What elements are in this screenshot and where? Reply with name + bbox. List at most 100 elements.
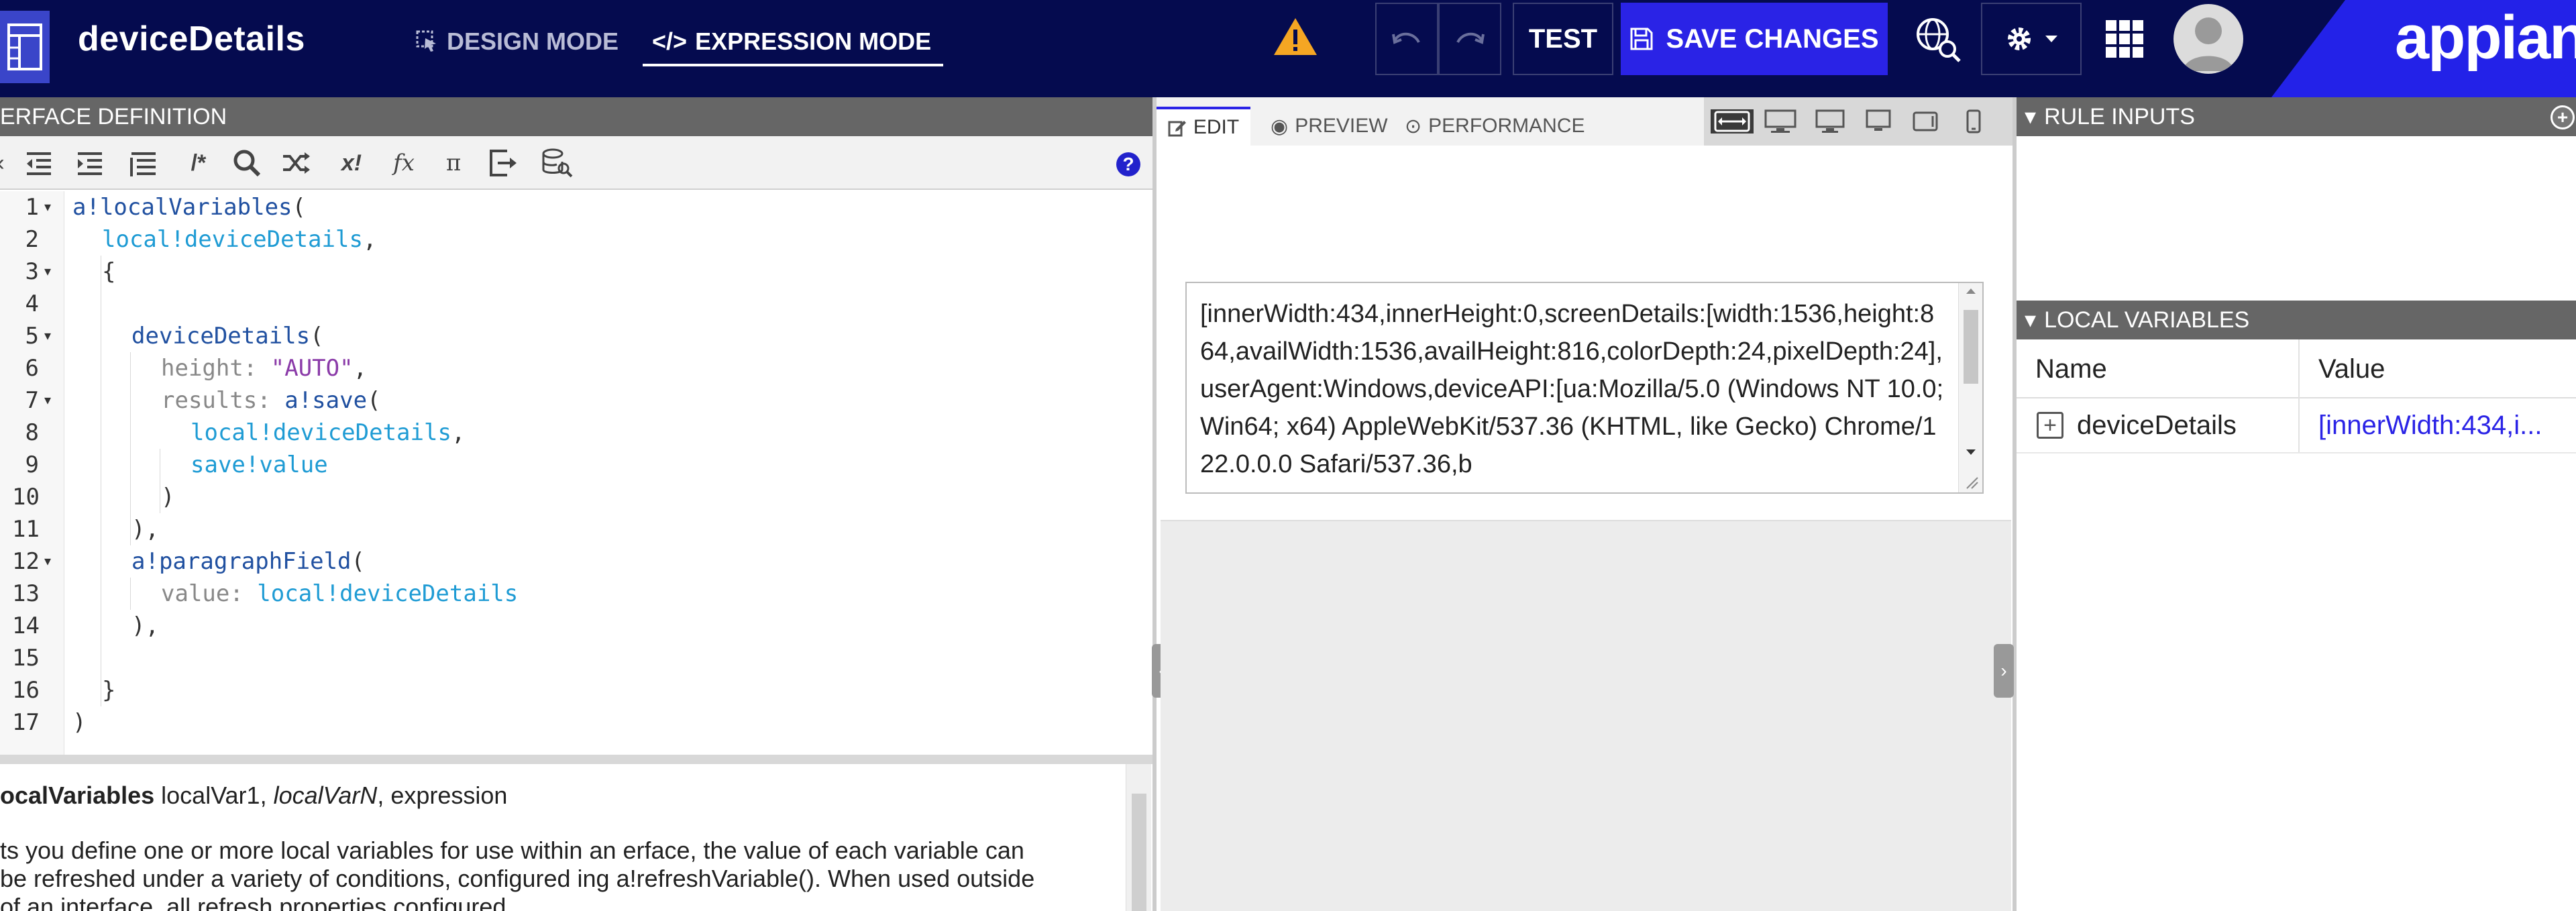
warning-icon[interactable] <box>1273 16 1318 56</box>
code-text: value: local!deviceDetails <box>161 580 519 607</box>
expand-plus-icon[interactable]: + <box>2037 412 2063 439</box>
tab-edit-label: EDIT <box>1193 116 1240 138</box>
paragraph-scrollbar[interactable] <box>1958 283 1982 492</box>
desktop-button[interactable] <box>1814 109 1846 133</box>
code-text: results: a!save( <box>161 387 381 414</box>
help-icon[interactable]: ? <box>1116 152 1140 176</box>
rule-inputs-header[interactable]: ▾ RULE INPUTS + <box>2017 97 2576 136</box>
clock-icon: ⊙ <box>1405 115 1422 138</box>
fit-width-button[interactable] <box>1711 109 1754 133</box>
save-changes-button[interactable]: SAVE CHANGES <box>1621 3 1888 75</box>
chevron-down-icon <box>2045 36 2057 42</box>
expression-editor[interactable]: 1 ▾ a!localVariables( 2 local!deviceDeta… <box>0 191 1152 755</box>
resize-handle-icon[interactable] <box>1963 474 1979 490</box>
globe-search-icon <box>1917 18 1961 62</box>
code-line: 1 ▾ a!localVariables( <box>0 191 1152 223</box>
fold-toggle-icon[interactable]: ▾ <box>44 384 51 417</box>
variable-name: deviceDetails <box>2077 411 2237 440</box>
save-changes-label: SAVE CHANGES <box>1666 23 1879 54</box>
tab-edit[interactable]: EDIT <box>1157 107 1250 146</box>
redo-button[interactable] <box>1438 3 1501 75</box>
line-number: 10 <box>12 484 40 511</box>
function-icon[interactable]: fx <box>385 147 423 179</box>
collapse-triangle-icon: ▾ <box>2025 307 2037 333</box>
code-text: a!paragraphField( <box>131 548 365 575</box>
design-mode-tab[interactable]: DESIGN MODE <box>416 23 619 60</box>
table-row: + deviceDetails [innerWidth:434,i... <box>2017 398 2576 453</box>
tablet-button[interactable] <box>1909 109 1941 133</box>
function-signature: ocalVariables localVar1, localVarN, expr… <box>0 782 508 809</box>
search-icon[interactable] <box>231 147 263 179</box>
user-avatar[interactable] <box>2174 4 2243 74</box>
tab-performance[interactable]: ⊙ PERFORMANCE <box>1405 107 1585 146</box>
layout-icon <box>7 23 42 70</box>
code-line: 11 ), <box>0 513 1152 545</box>
line-number: 9 <box>25 451 39 478</box>
paragraph-scrollbar-thumb[interactable] <box>1964 310 1978 384</box>
format-icon[interactable] <box>127 147 160 179</box>
pi-icon[interactable]: π <box>435 147 472 179</box>
expand-right-arrow-icon[interactable]: › <box>1994 644 2014 698</box>
doc-scrollbar-thumb[interactable] <box>1132 794 1146 911</box>
top-bar: deviceDetails DESIGN MODE </> EXPRESSION… <box>0 0 2576 97</box>
tab-preview[interactable]: ◉ PREVIEW <box>1271 107 1388 146</box>
grid-icon <box>2106 20 2143 58</box>
doc-scrollbar[interactable] <box>1126 764 1151 911</box>
toolbar-cut-icon[interactable]: ‹ <box>0 147 11 179</box>
desktop-large-button[interactable] <box>1764 109 1796 133</box>
code-line: 17 ) <box>0 706 1152 739</box>
interface-object-icon[interactable] <box>0 11 50 83</box>
code-text: ), <box>131 612 159 639</box>
function-description: ts you define one or more local variable… <box>0 837 1035 911</box>
code-text: local!deviceDetails, <box>191 419 466 446</box>
fold-toggle-icon[interactable]: ▾ <box>44 320 51 352</box>
line-number: 15 <box>12 645 40 672</box>
code-text: height: "AUTO", <box>161 355 368 382</box>
shuffle-icon[interactable] <box>280 147 313 179</box>
user-icon <box>2183 17 2234 71</box>
fold-toggle-icon[interactable]: ▾ <box>44 191 51 223</box>
scroll-up-icon[interactable] <box>1965 287 1977 295</box>
code-line: 4 <box>0 288 1152 320</box>
rule-icon[interactable]: x! <box>333 147 370 179</box>
paragraph-field[interactable]: [innerWidth:434,innerHeight:0,screenDeta… <box>1185 282 1984 494</box>
app-navigation-button[interactable] <box>2103 17 2146 60</box>
expression-mode-tab[interactable]: </> EXPRESSION MODE <box>652 23 931 60</box>
code-text: local!deviceDetails, <box>102 226 377 253</box>
code-text: } <box>102 677 116 704</box>
fold-toggle-icon[interactable]: ▾ <box>44 256 51 288</box>
scroll-down-icon[interactable] <box>1965 448 1977 456</box>
column-header-name: Name <box>2035 354 2107 384</box>
code-line: 7 ▾ results: a!save( <box>0 384 1152 417</box>
line-number: 16 <box>12 677 40 704</box>
laptop-button[interactable] <box>1862 109 1894 133</box>
settings-menu-button[interactable] <box>1981 3 2082 75</box>
test-button[interactable]: TEST <box>1513 3 1613 75</box>
outdent-icon[interactable] <box>23 147 55 179</box>
floppy-disk-icon <box>1630 28 1653 50</box>
line-number: 13 <box>12 580 40 607</box>
undo-button[interactable] <box>1375 3 1438 75</box>
data-search-icon[interactable] <box>541 147 573 179</box>
variable-value-link[interactable]: [innerWidth:434,i... <box>2318 411 2567 441</box>
add-rule-input-icon[interactable]: + <box>2551 105 2575 129</box>
collapse-triangle-icon: ▾ <box>2025 104 2037 129</box>
line-number: 7 <box>25 387 39 414</box>
tab-preview-label: PREVIEW <box>1295 115 1388 137</box>
globe-search-button[interactable] <box>1912 13 1963 64</box>
fold-toggle-icon[interactable]: ▾ <box>44 545 51 578</box>
comment-icon[interactable]: /* <box>178 147 219 179</box>
local-variables-header[interactable]: ▾ LOCAL VARIABLES <box>2017 301 2576 339</box>
local-variables-label: LOCAL VARIABLES <box>2044 307 2250 333</box>
indent-icon[interactable] <box>74 147 106 179</box>
export-icon[interactable] <box>487 147 519 179</box>
code-line: 9 save!value <box>0 449 1152 481</box>
line-number: 6 <box>25 355 39 382</box>
left-panel-divider[interactable] <box>1152 97 1157 911</box>
fit-width-icon <box>1714 111 1750 132</box>
design-cursor-icon <box>416 30 436 52</box>
code-line: 10 ) <box>0 481 1152 513</box>
phone-icon <box>1966 109 1981 133</box>
phone-button[interactable] <box>1957 109 1990 133</box>
editor-doc-splitter[interactable] <box>0 755 1152 764</box>
